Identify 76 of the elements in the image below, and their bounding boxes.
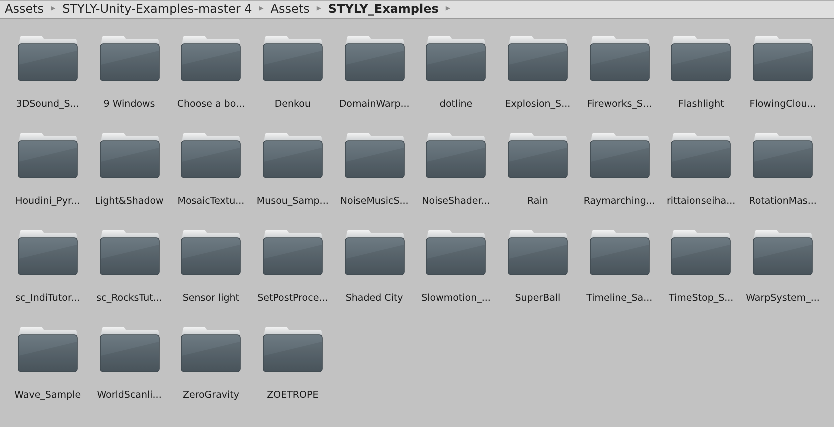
folder-icon xyxy=(181,35,242,82)
folder-label[interactable]: sc_IndiTutor... xyxy=(16,293,80,305)
folder-icon xyxy=(262,229,323,276)
folder-icon xyxy=(590,35,650,82)
folder-label[interactable]: Shaded City xyxy=(346,293,404,305)
folder-icon xyxy=(671,35,732,82)
folder-label[interactable]: SuperBall xyxy=(515,293,561,305)
folder-icon xyxy=(508,229,568,276)
folder-label[interactable]: Musou_Samp... xyxy=(256,196,329,208)
folder-label[interactable]: RotationMas... xyxy=(749,196,817,208)
folder-icon xyxy=(100,132,160,179)
folder-label[interactable]: Timeline_Sa... xyxy=(586,293,653,305)
folder-label[interactable]: Choose a bo... xyxy=(177,99,246,111)
folder-label[interactable]: SetPostProce... xyxy=(258,293,328,305)
folder-icon xyxy=(671,229,732,276)
breadcrumb-item[interactable]: Assets xyxy=(268,1,312,18)
folder-icon xyxy=(753,35,814,82)
folder-label[interactable]: ZOETROPE xyxy=(267,390,319,402)
breadcrumb-item[interactable]: Assets xyxy=(3,1,46,18)
folder-label[interactable]: Sensor light xyxy=(182,293,240,305)
folder-label[interactable]: Raymarching... xyxy=(584,196,656,208)
folder-icon xyxy=(344,132,405,179)
folder-label[interactable]: Fireworks_S... xyxy=(587,99,652,111)
folder-icon xyxy=(508,132,568,179)
folder-icon xyxy=(262,132,323,179)
folder-label[interactable]: Rain xyxy=(528,196,548,208)
separator-icon: ▸ xyxy=(254,1,269,18)
folder-icon xyxy=(590,132,650,179)
folder-label[interactable]: TimeStop_S... xyxy=(669,293,734,305)
folder-label[interactable]: WarpSystem_... xyxy=(746,293,820,305)
folder-icon xyxy=(18,326,78,373)
folder-label[interactable]: Slowmotion_... xyxy=(422,293,491,305)
folder-label[interactable]: NoiseMusicS... xyxy=(340,196,409,208)
folder-icon xyxy=(590,229,650,276)
folder-label[interactable]: Houdini_Pyr... xyxy=(16,196,80,208)
folder-icon xyxy=(344,35,405,82)
breadcrumb-item[interactable]: STYLY-Unity-Examples-master 4 xyxy=(60,1,254,18)
folder-label[interactable]: 9 Windows xyxy=(104,99,156,111)
folder-icon xyxy=(100,35,160,82)
folder-label[interactable]: Explosion_S... xyxy=(505,99,571,111)
folder-label[interactable]: Light&Shadow xyxy=(95,196,164,208)
folder-icon xyxy=(426,35,486,82)
folder-icon xyxy=(426,132,486,179)
folder-label[interactable]: rittaionseiha... xyxy=(667,196,736,208)
folder-icon xyxy=(100,229,160,276)
folder-label[interactable]: WorldScanli... xyxy=(97,390,162,402)
folder-label[interactable]: Wave_Sample xyxy=(14,390,82,402)
folder-icon xyxy=(262,35,323,82)
folder-icon xyxy=(671,132,732,179)
folder-label[interactable]: NoiseShader... xyxy=(422,196,490,208)
separator-icon: ▸ xyxy=(440,1,456,18)
breadcrumb-item[interactable]: STYLY_Examples xyxy=(326,1,441,18)
folder-icon xyxy=(181,132,242,179)
folder-icon xyxy=(753,132,814,179)
folder-icon xyxy=(18,35,78,82)
folder-label[interactable]: 3DSound_S... xyxy=(16,99,80,111)
folder-icon xyxy=(181,326,242,373)
folder-label[interactable]: sc_RocksTut... xyxy=(96,293,162,305)
folder-label[interactable]: MosaicTextu... xyxy=(178,196,245,208)
folder-icon xyxy=(344,229,405,276)
folder-icon xyxy=(18,229,78,276)
folder-label[interactable]: DomainWarp... xyxy=(339,99,410,111)
folder-label[interactable]: FlowingClou... xyxy=(750,99,816,111)
folder-icon xyxy=(181,229,242,276)
separator-icon: ▸ xyxy=(312,1,326,18)
folder-icon xyxy=(753,229,814,276)
folder-icon xyxy=(100,326,160,373)
folder-label[interactable]: Denkou xyxy=(274,99,311,111)
folder-label[interactable]: dotline xyxy=(440,99,473,111)
folder-label[interactable]: Flashlight xyxy=(678,99,724,111)
folder-icon xyxy=(426,229,486,276)
separator-icon: ▸ xyxy=(46,1,61,18)
folder-icon xyxy=(18,132,78,179)
folder-icon xyxy=(508,35,568,82)
folder-icon xyxy=(262,326,323,373)
folder-label[interactable]: ZeroGravity xyxy=(182,390,240,402)
